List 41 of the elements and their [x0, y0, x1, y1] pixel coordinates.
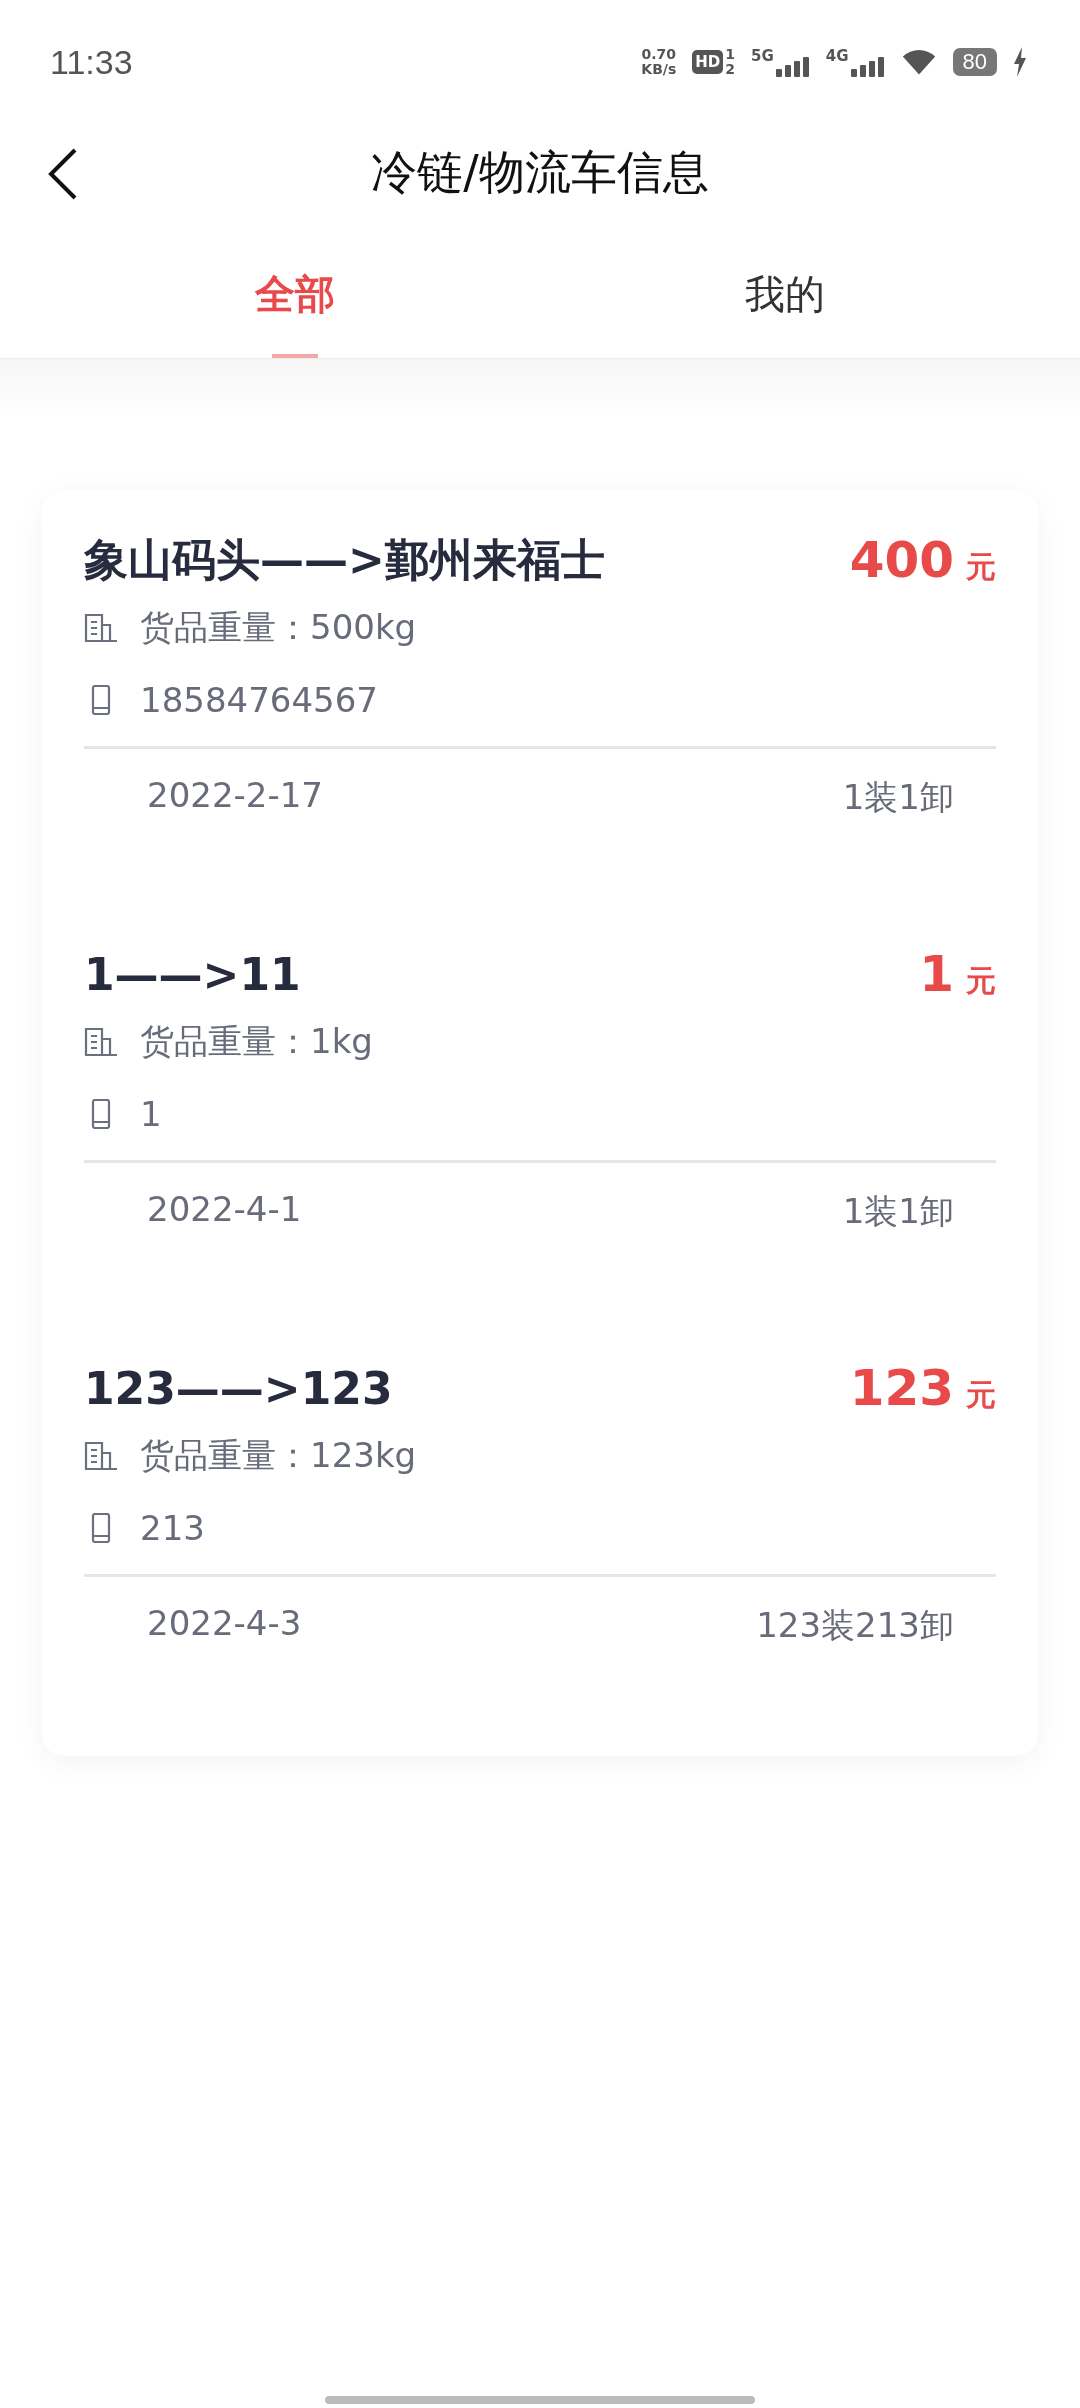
- load-unload-text: 1装1卸: [842, 1190, 954, 1233]
- tab[interactable]: 全部: [145, 222, 445, 358]
- price-unit: 元: [966, 962, 996, 1000]
- price-amount: 400: [849, 531, 954, 589]
- cargo-weight: 货品重量：1kg: [140, 1020, 373, 1063]
- date-text: 2022-2-17: [147, 775, 323, 817]
- charging-icon: [1013, 47, 1027, 77]
- page-title: 冷链/物流车信息: [371, 144, 709, 201]
- speed-value: 0.70: [641, 47, 677, 62]
- building-icon: [84, 1441, 118, 1471]
- tab[interactable]: 我的: [635, 222, 935, 358]
- date-text: 2022-4-1: [147, 1189, 302, 1231]
- cargo-weight: 货品重量：123kg: [140, 1434, 417, 1477]
- hd-badge: HD: [692, 50, 724, 74]
- phone-number: 213: [140, 1508, 205, 1548]
- wifi-icon: [900, 47, 937, 77]
- load-unload-text: 1装1卸: [842, 776, 954, 819]
- building-icon: [84, 1027, 118, 1057]
- date-text: 2022-4-3: [147, 1603, 302, 1645]
- clock-time: 11:33: [50, 42, 133, 82]
- route-title: 1——>11: [84, 948, 301, 1000]
- price-amount: 123: [849, 1359, 954, 1417]
- building-icon: [84, 613, 118, 643]
- network-label: 4G: [825, 47, 849, 65]
- sim-number: 1: [725, 47, 735, 62]
- network-label: 5G: [751, 47, 774, 65]
- load-unload-text: 123装213卸: [756, 1604, 954, 1647]
- back-icon[interactable]: [48, 148, 78, 200]
- phone-number: 1: [140, 1094, 162, 1134]
- sim-number: 2: [725, 62, 735, 77]
- cargo-weight: 货品重量：500kg: [140, 606, 417, 649]
- price-unit: 元: [966, 1376, 996, 1414]
- route-title: 象山码头——>鄞州来福士: [84, 532, 605, 587]
- signal-icon: [775, 57, 810, 77]
- speed-unit: KB/s: [641, 62, 677, 77]
- price-unit: 元: [966, 548, 996, 586]
- battery-level: 80: [952, 48, 997, 76]
- phone-number: 18584764567: [140, 680, 378, 720]
- price-amount: 1: [919, 945, 954, 1003]
- signal-icon: [850, 57, 885, 77]
- route-title: 123——>123: [84, 1362, 393, 1414]
